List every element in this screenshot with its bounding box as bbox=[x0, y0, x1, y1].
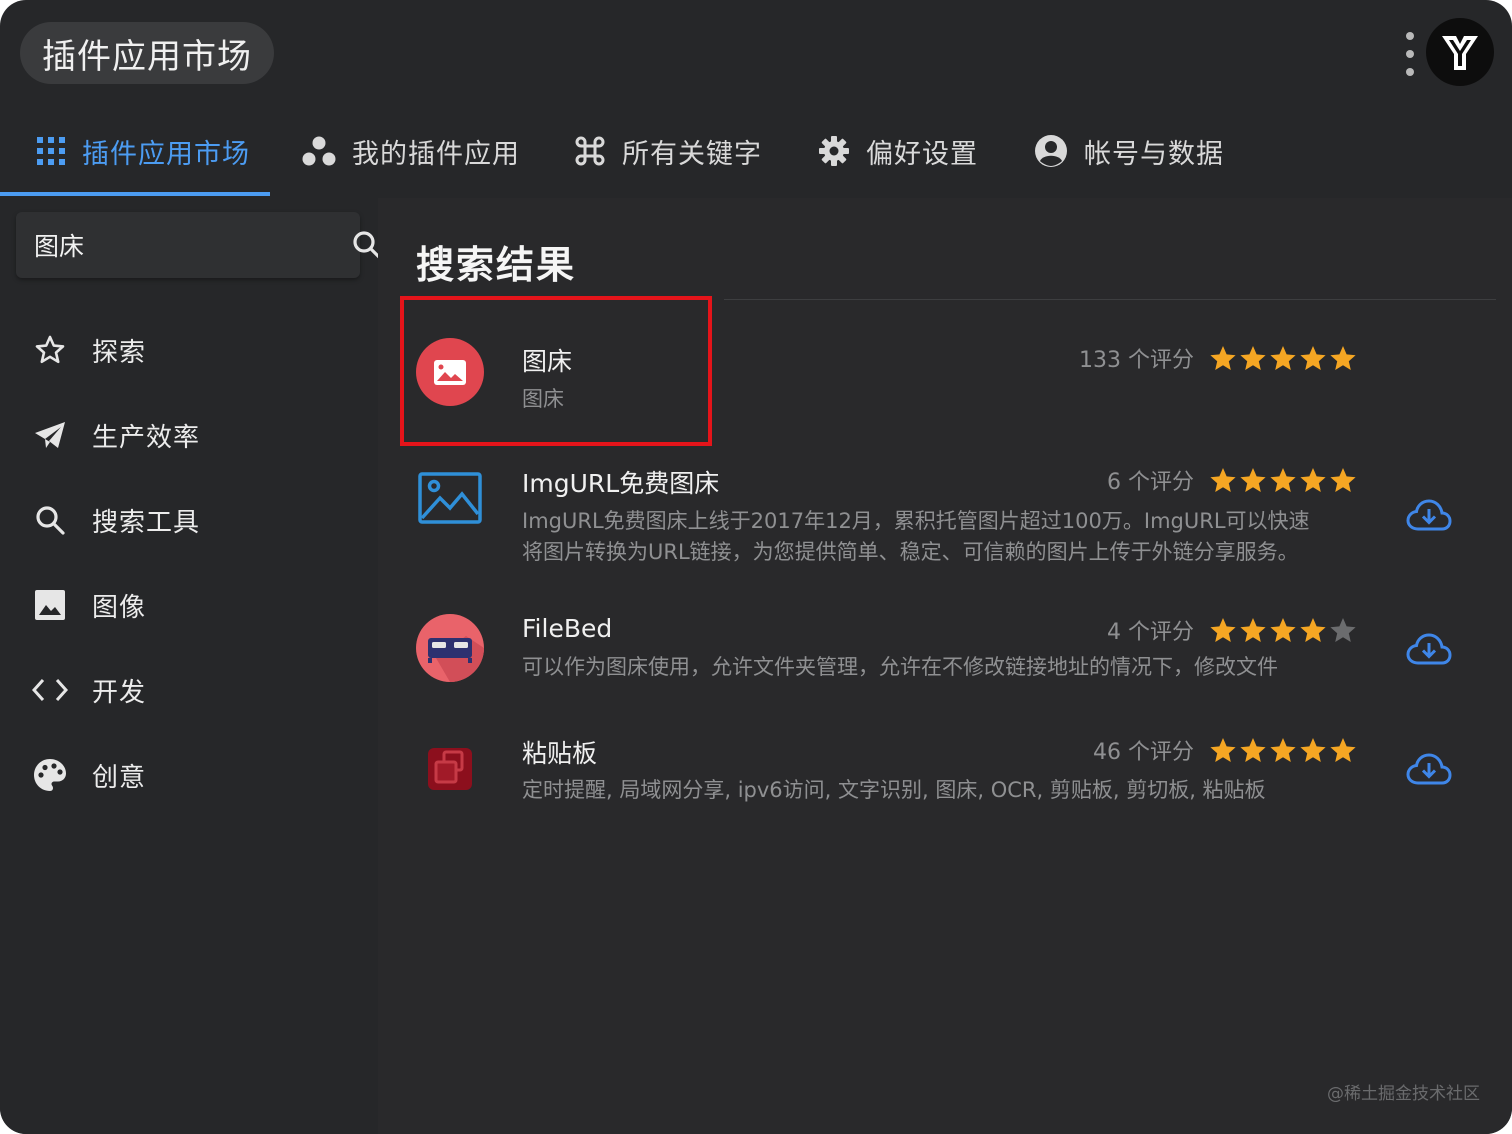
star-rating bbox=[1208, 616, 1358, 644]
window-title[interactable]: 插件应用市场 bbox=[20, 22, 274, 84]
plugin-description: 定时提醒, 局域网分享, ipv6访问, 文字识别, 图床, OCR, 剪贴板,… bbox=[522, 778, 1266, 802]
tab-label: 偏好设置 bbox=[866, 138, 978, 170]
sidebar-item-label: 探索 bbox=[92, 337, 147, 368]
star-filled-icon bbox=[1330, 346, 1356, 370]
bed-icon bbox=[416, 614, 484, 682]
sidebar-item-image[interactable]: 图像 bbox=[32, 575, 146, 635]
grid-icon bbox=[36, 136, 66, 166]
sidebar-item-creative[interactable]: 创意 bbox=[32, 745, 146, 805]
sidebar-item-productivity[interactable]: 生产效率 bbox=[32, 405, 200, 465]
app-logo-icon[interactable] bbox=[1426, 18, 1494, 86]
sidebar: 探索 生产效率 搜索工具 bbox=[0, 198, 382, 1134]
divider bbox=[724, 299, 1496, 300]
rating: 133 个评分 bbox=[1079, 342, 1358, 374]
star-empty-icon bbox=[1330, 618, 1356, 642]
image-frame-icon bbox=[416, 464, 484, 532]
star-filled-icon bbox=[1300, 346, 1326, 370]
plugin-description: ImgURL免费图床上线于2017年12月，累积托管图片超过100万。ImgUR… bbox=[522, 509, 1310, 533]
star-filled-icon bbox=[1300, 618, 1326, 642]
star-filled-icon bbox=[1270, 618, 1296, 642]
clipboard-icon bbox=[416, 734, 484, 802]
search-icon bbox=[32, 504, 68, 536]
star-filled-icon bbox=[1210, 738, 1236, 762]
plugin-description: 可以作为图床使用，允许文件夹管理，允许在不修改链接地址的情况下，修改文件 bbox=[522, 655, 1278, 679]
highlight-box bbox=[400, 296, 712, 446]
cloud-download-icon[interactable] bbox=[1406, 752, 1452, 786]
tab-preferences[interactable]: 偏好设置 bbox=[818, 110, 978, 192]
star-filled-icon bbox=[1240, 738, 1266, 762]
tab-label: 帐号与数据 bbox=[1084, 138, 1224, 170]
image-icon bbox=[32, 589, 68, 621]
result-item[interactable]: 粘贴板 定时提醒, 局域网分享, ipv6访问, 文字识别, 图床, OCR, … bbox=[378, 734, 1512, 814]
search-input[interactable] bbox=[34, 230, 351, 260]
plugin-name: ImgURL免费图床 bbox=[522, 469, 720, 498]
sidebar-item-explore[interactable]: 探索 bbox=[32, 320, 146, 380]
rating: 6 个评分 bbox=[1107, 464, 1358, 496]
tab-label: 插件应用市场 bbox=[82, 138, 250, 170]
search-box bbox=[16, 212, 382, 278]
rating-count: 4 个评分 bbox=[1107, 620, 1194, 645]
result-item[interactable]: FileBed 可以作为图床使用，允许文件夹管理，允许在不修改链接地址的情况下，… bbox=[378, 614, 1512, 694]
cloud-download-icon[interactable] bbox=[1406, 632, 1452, 666]
plugin-description: 将图片转换为URL链接，为您提供简单、稳定、可信赖的图片上传于外链分享服务。 bbox=[522, 540, 1299, 564]
gear-icon bbox=[818, 135, 850, 167]
top-tab-bar: 插件应用市场 我的插件应用 所有关键字 偏好设置 帐号与数据 bbox=[0, 110, 1512, 198]
main-content: 搜索结果 图床 图床 133 个评分 ImgURL免费图床 ImgURL免费图床… bbox=[378, 198, 1512, 1134]
sidebar-item-label: 生产效率 bbox=[92, 422, 201, 453]
sidebar-item-search-tools[interactable]: 搜索工具 bbox=[32, 490, 200, 550]
plugin-name: FileBed bbox=[522, 614, 613, 643]
star-filled-icon bbox=[1210, 346, 1236, 370]
sidebar-item-develop[interactable]: 开发 bbox=[32, 660, 146, 720]
paper-plane-icon bbox=[32, 420, 68, 450]
tab-my-plugins[interactable]: 我的插件应用 bbox=[302, 110, 520, 192]
star-filled-icon bbox=[1300, 738, 1326, 762]
more-menu-icon[interactable] bbox=[1398, 32, 1422, 76]
star-rating bbox=[1208, 344, 1358, 372]
window-title-label: 插件应用市场 bbox=[42, 36, 252, 77]
star-filled-icon bbox=[1240, 346, 1266, 370]
watermark: @稀土掘金技术社区 bbox=[1327, 1084, 1480, 1104]
star-filled-icon bbox=[1270, 468, 1296, 492]
star-filled-icon bbox=[1330, 738, 1356, 762]
star-rating bbox=[1208, 466, 1358, 494]
sidebar-item-label: 图像 bbox=[92, 592, 147, 623]
page-title: 搜索结果 bbox=[416, 243, 577, 287]
result-item[interactable]: ImgURL免费图床 ImgURL免费图床上线于2017年12月，累积托管图片超… bbox=[378, 464, 1512, 574]
sidebar-item-label: 创意 bbox=[92, 762, 147, 793]
star-filled-icon bbox=[1240, 618, 1266, 642]
sidebar-item-label: 搜索工具 bbox=[92, 507, 201, 538]
palette-icon bbox=[32, 758, 68, 792]
app-window: 插件应用市场 插件应用市场 我的插件应用 所有关键字 偏好设置 帐号与数据 图床… bbox=[0, 0, 1512, 1134]
star-filled-icon bbox=[1270, 738, 1296, 762]
star-filled-icon bbox=[1240, 468, 1266, 492]
star-filled-icon bbox=[1210, 618, 1236, 642]
star-outline-icon bbox=[32, 334, 68, 366]
rating: 46 个评分 bbox=[1093, 734, 1358, 766]
star-filled-icon bbox=[1270, 346, 1296, 370]
star-filled-icon bbox=[1330, 468, 1356, 492]
tab-all-keywords[interactable]: 所有关键字 bbox=[574, 110, 762, 192]
circles-icon bbox=[302, 136, 336, 166]
rating-count: 6 个评分 bbox=[1107, 470, 1194, 495]
active-tab-indicator bbox=[0, 192, 270, 196]
plugin-name: 粘贴板 bbox=[522, 739, 598, 768]
tab-plugin-market[interactable]: 插件应用市场 bbox=[36, 110, 250, 192]
star-filled-icon bbox=[1210, 468, 1236, 492]
cloud-download-icon[interactable] bbox=[1406, 498, 1452, 532]
star-rating bbox=[1208, 736, 1358, 764]
rating-count: 133 个评分 bbox=[1079, 348, 1194, 373]
tab-label: 我的插件应用 bbox=[352, 138, 520, 170]
rating: 4 个评分 bbox=[1107, 614, 1358, 646]
tab-label: 所有关键字 bbox=[622, 138, 762, 170]
account-icon bbox=[1034, 134, 1068, 168]
command-icon bbox=[574, 135, 606, 167]
sidebar-item-label: 开发 bbox=[92, 677, 147, 708]
star-filled-icon bbox=[1300, 468, 1326, 492]
rating-count: 46 个评分 bbox=[1093, 740, 1194, 765]
code-icon bbox=[32, 677, 68, 703]
tab-account-data[interactable]: 帐号与数据 bbox=[1034, 110, 1224, 192]
